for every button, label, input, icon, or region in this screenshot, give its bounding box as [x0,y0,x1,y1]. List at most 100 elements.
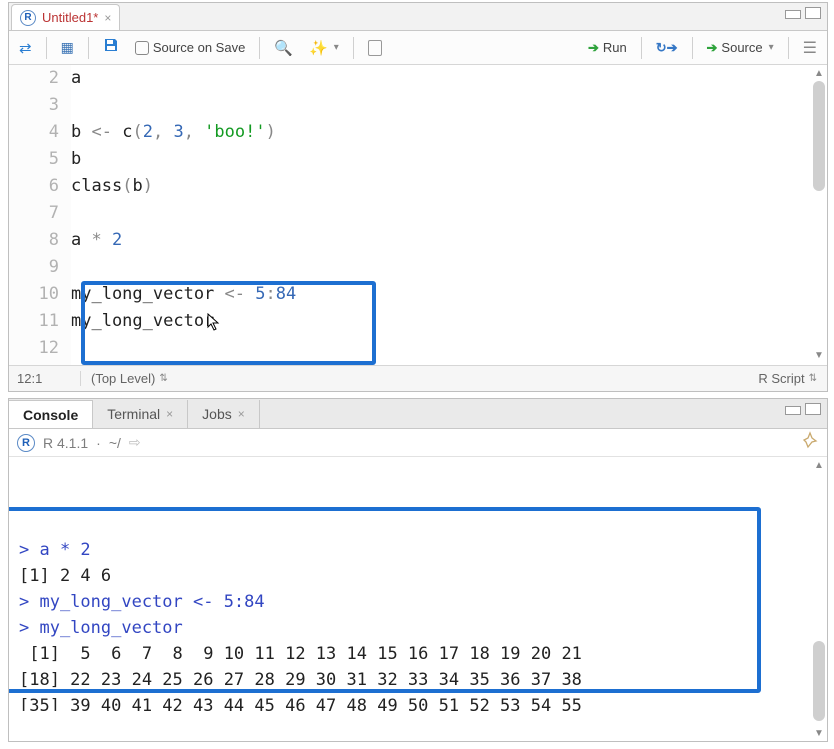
save-button[interactable] [99,35,123,60]
tab-terminal[interactable]: Terminal × [93,400,188,428]
console-window-controls [785,403,821,415]
scroll-down-icon[interactable]: ▼ [811,347,827,363]
line-number: 10 [9,281,59,308]
tab-jobs[interactable]: Jobs × [188,400,260,428]
line-number: 9 [9,254,59,281]
language-selector[interactable]: R Script ⇅ [758,371,827,386]
maximize-icon[interactable] [805,7,821,19]
sort-icon: ⇅ [809,373,817,384]
code-line[interactable]: my_long_vector [71,308,827,335]
magnifier-icon: 🔍 [274,39,293,57]
back-forward-button[interactable]: ⇄ [15,37,36,59]
line-number: 4 [9,119,59,146]
console-output-line: [35] 39 40 41 42 43 44 45 46 47 48 49 50… [19,693,817,711]
code-line[interactable] [71,335,827,362]
nav-arrows-icon: ⇄ [19,39,32,57]
working-dir-label: ~/ [109,435,121,451]
tab-console-label: Console [23,407,78,423]
scope-selector[interactable]: (Top Level) ⇅ [81,371,178,386]
find-replace-button[interactable]: 🔍 [270,37,297,59]
source-arrow-icon: ➔ [707,40,718,56]
code-line[interactable]: b [71,146,827,173]
console-header: R R 4.1.1 · ~/ ⇨ [9,429,827,457]
r-file-icon: R [20,10,36,26]
scroll-up-icon[interactable]: ▲ [811,65,827,81]
code-line[interactable]: a * 2 [71,227,827,254]
run-label: Run [603,40,627,55]
scope-label: (Top Level) [91,371,155,386]
popout-icon: ▦ [61,39,74,56]
close-tab-icon[interactable]: × [104,11,111,25]
tab-console[interactable]: Console [9,400,93,428]
source-editor-pane: R Untitled1* × ⇄ ▦ Source on Save 🔍 [8,2,828,392]
console-output-line: [1] 5 6 7 8 9 10 11 12 13 14 15 16 17 18… [19,641,817,667]
console-tabstrip: Console Terminal × Jobs × [9,399,827,429]
console-output[interactable]: > a * 2[1] 2 4 6> my_long_vector <- 5:84… [9,457,827,711]
line-number: 11 [9,308,59,335]
line-number: 6 [9,173,59,200]
line-number: 2 [9,65,59,92]
line-number: 8 [9,227,59,254]
tab-jobs-label: Jobs [202,406,232,422]
go-to-dir-icon[interactable]: ⇨ [129,434,141,451]
line-number: 3 [9,92,59,119]
console-scrollbar[interactable]: ▲ ▼ [811,457,827,741]
run-arrow-icon: ➔ [588,40,599,56]
code-tools-button[interactable]: ✨ ▾ [305,37,343,59]
outline-button[interactable]: ☰ [799,36,821,60]
scroll-up-icon[interactable]: ▲ [811,457,827,473]
code-line[interactable] [71,254,827,281]
r-separator: · [96,435,101,451]
line-number: 7 [9,200,59,227]
code-editor[interactable]: 23456789101112 a b <- c(2, 3, 'boo!')bcl… [9,65,827,365]
compile-report-button[interactable] [364,38,386,58]
line-number: 12 [9,335,59,362]
rerun-icon: ↻➔ [656,40,678,56]
line-number: 5 [9,146,59,173]
code-line[interactable]: a [71,65,827,92]
chevron-down-icon: ▾ [334,42,339,53]
wand-icon: ✨ [309,39,328,57]
source-button[interactable]: ➔ Source ▾ [703,38,778,58]
minimize-icon[interactable] [785,406,801,415]
minimize-icon[interactable] [785,10,801,19]
code-line[interactable]: class(b) [71,173,827,200]
editor-toolbar: ⇄ ▦ Source on Save 🔍 ✨ ▾ ➔ [9,31,827,65]
code-line[interactable]: b <- c(2, 3, 'boo!') [71,119,827,146]
r-version-label: R 4.1.1 [43,435,88,451]
clear-console-button[interactable] [801,431,819,454]
console-input-line: > my_long_vector [19,615,817,641]
code-line[interactable] [71,200,827,227]
notebook-icon [368,40,382,56]
outline-icon: ☰ [803,38,817,58]
scroll-thumb[interactable] [813,81,825,191]
editor-tabstrip: R Untitled1* × [9,3,827,31]
scroll-down-icon[interactable]: ▼ [811,725,827,741]
console-output-line: [1] 2 4 6 [19,563,817,589]
maximize-icon[interactable] [805,403,821,415]
console-pane: Console Terminal × Jobs × R R 4.1.1 · ~/… [8,398,828,742]
checkbox-icon [135,41,149,55]
close-terminal-icon[interactable]: × [166,407,173,421]
editor-tab-filename: Untitled1* [42,10,98,25]
close-jobs-icon[interactable]: × [238,407,245,421]
source-on-save-checkbox[interactable]: Source on Save [131,38,250,57]
code-line[interactable]: my_long_vector <- 5:84 [71,281,827,308]
console-input-line: > my_long_vector <- 5:84 [19,589,817,615]
sort-icon: ⇅ [159,373,167,384]
console-output-line: [18] 22 23 24 25 26 27 28 29 30 31 32 33… [19,667,817,693]
cursor-position: 12:1 [9,371,81,386]
floppy-icon [103,37,119,58]
language-label: R Script [758,371,804,386]
editor-statusbar: 12:1 (Top Level) ⇅ R Script ⇅ [9,365,827,391]
editor-scrollbar[interactable]: ▲ ▼ [811,65,827,363]
scroll-thumb[interactable] [813,641,825,721]
code-line[interactable] [71,92,827,119]
editor-tab-untitled1[interactable]: R Untitled1* × [11,4,120,30]
code-text[interactable]: a b <- c(2, 3, 'boo!')bclass(b) a * 2 my… [71,65,827,365]
run-button[interactable]: ➔ Run [584,38,631,58]
chevron-down-icon: ▾ [769,42,774,53]
show-in-new-window-button[interactable]: ▦ [57,37,78,58]
rerun-button[interactable]: ↻➔ [652,38,682,58]
tab-terminal-label: Terminal [107,406,160,422]
